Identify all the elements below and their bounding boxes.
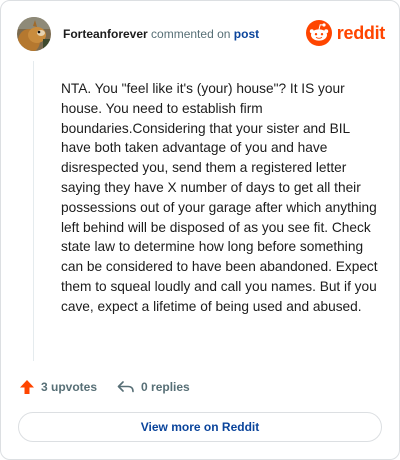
action-text: commented on — [151, 27, 231, 41]
squirrel-avatar-icon — [17, 17, 51, 51]
reddit-snoo-icon — [305, 20, 332, 46]
reply-count: 0 replies — [141, 380, 190, 394]
upvote-count: 3 upvotes — [41, 380, 98, 394]
reply-arrow-icon — [117, 381, 134, 393]
comment-body: NTA. You "feel like it's (your) house"? … — [61, 81, 378, 314]
username-link[interactable]: Forteanforever — [63, 27, 148, 41]
user-avatar[interactable] — [17, 17, 51, 51]
post-link[interactable]: post — [234, 27, 259, 41]
view-more-button[interactable]: View more on Reddit — [18, 412, 382, 442]
reddit-wordmark: reddit — [336, 22, 386, 43]
reply-button[interactable]: 0 replies — [117, 380, 190, 394]
upvote-arrow-icon — [20, 380, 34, 394]
thread-line — [33, 61, 34, 361]
upvote-button[interactable]: 3 upvotes — [19, 379, 97, 395]
comment-meta: Forteanforever commented on post — [63, 27, 259, 41]
comment-actions: 3 upvotes 0 replies — [19, 377, 190, 397]
reddit-logo[interactable]: reddit — [305, 20, 386, 46]
reddit-comment-card: Forteanforever commented on post reddit … — [0, 0, 400, 460]
comment-header: Forteanforever commented on post reddit — [17, 17, 385, 53]
